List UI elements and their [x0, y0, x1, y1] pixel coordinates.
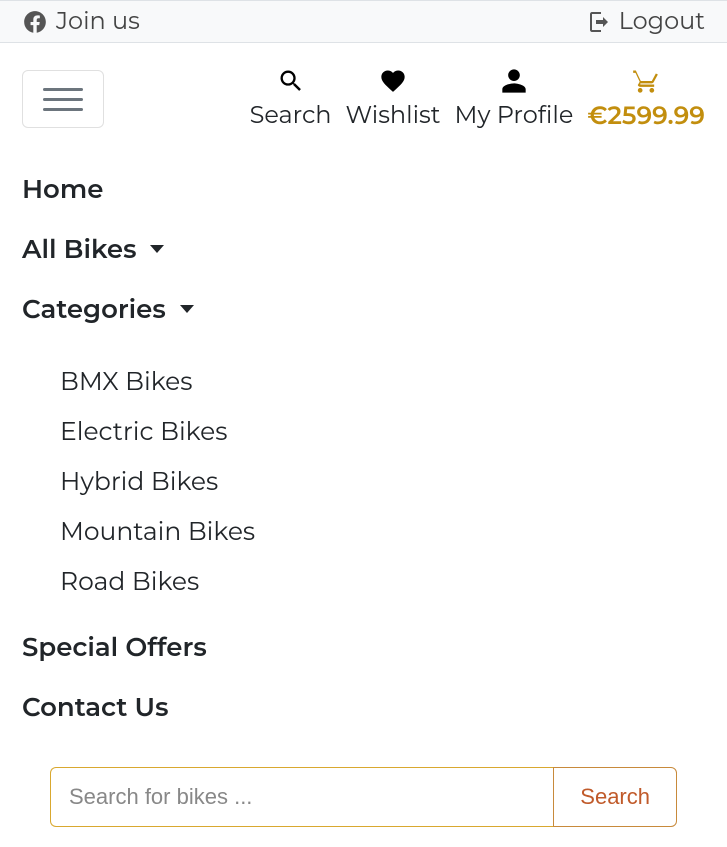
- nav-special-offers[interactable]: Special Offers: [22, 617, 705, 677]
- join-us-link[interactable]: Join us: [22, 7, 140, 36]
- nav-contact-us[interactable]: Contact Us: [22, 677, 705, 737]
- cart-total: €2599.99: [587, 101, 705, 131]
- nav-special-offers-label: Special Offers: [22, 631, 207, 663]
- search-label: Search: [250, 101, 332, 130]
- nav-contact-us-label: Contact Us: [22, 691, 168, 723]
- user-icon: [500, 67, 528, 95]
- nav-home-label: Home: [22, 173, 103, 205]
- profile-label: My Profile: [455, 101, 574, 130]
- cart-icon: [632, 67, 660, 95]
- wishlist-action[interactable]: Wishlist: [346, 67, 441, 130]
- heart-icon: [379, 67, 407, 95]
- main-nav: Home All Bikes Categories BMX Bikes Elec…: [0, 141, 727, 757]
- topbar: Join us Logout: [0, 0, 727, 43]
- profile-action[interactable]: My Profile: [455, 67, 574, 130]
- chevron-down-icon: [180, 305, 194, 313]
- cart-action[interactable]: €2599.99: [587, 67, 705, 131]
- category-electric[interactable]: Electric Bikes: [60, 407, 705, 457]
- search-action[interactable]: Search: [250, 67, 332, 130]
- facebook-icon: [22, 9, 48, 35]
- header: Search Wishlist My Profile €2599.99: [0, 43, 727, 141]
- search-bar: Search: [0, 757, 727, 847]
- logout-link[interactable]: Logout: [587, 7, 705, 36]
- category-hybrid[interactable]: Hybrid Bikes: [60, 457, 705, 507]
- search-input[interactable]: [50, 767, 553, 827]
- logout-icon: [587, 10, 611, 34]
- nav-all-bikes-label: All Bikes: [22, 233, 136, 265]
- nav-categories[interactable]: Categories: [22, 279, 705, 339]
- chevron-down-icon: [150, 245, 164, 253]
- categories-submenu: BMX Bikes Electric Bikes Hybrid Bikes Mo…: [22, 339, 705, 617]
- category-road[interactable]: Road Bikes: [60, 557, 705, 607]
- hamburger-icon: [43, 88, 83, 111]
- search-button[interactable]: Search: [553, 767, 677, 827]
- search-icon: [277, 67, 305, 95]
- nav-all-bikes[interactable]: All Bikes: [22, 219, 705, 279]
- wishlist-label: Wishlist: [346, 101, 441, 130]
- nav-home[interactable]: Home: [22, 159, 705, 219]
- logout-label: Logout: [619, 7, 705, 36]
- join-us-label: Join us: [56, 7, 140, 36]
- menu-toggle-button[interactable]: [22, 70, 104, 128]
- category-mountain[interactable]: Mountain Bikes: [60, 507, 705, 557]
- category-bmx[interactable]: BMX Bikes: [60, 357, 705, 407]
- nav-categories-label: Categories: [22, 293, 166, 325]
- header-actions: Search Wishlist My Profile €2599.99: [250, 67, 705, 131]
